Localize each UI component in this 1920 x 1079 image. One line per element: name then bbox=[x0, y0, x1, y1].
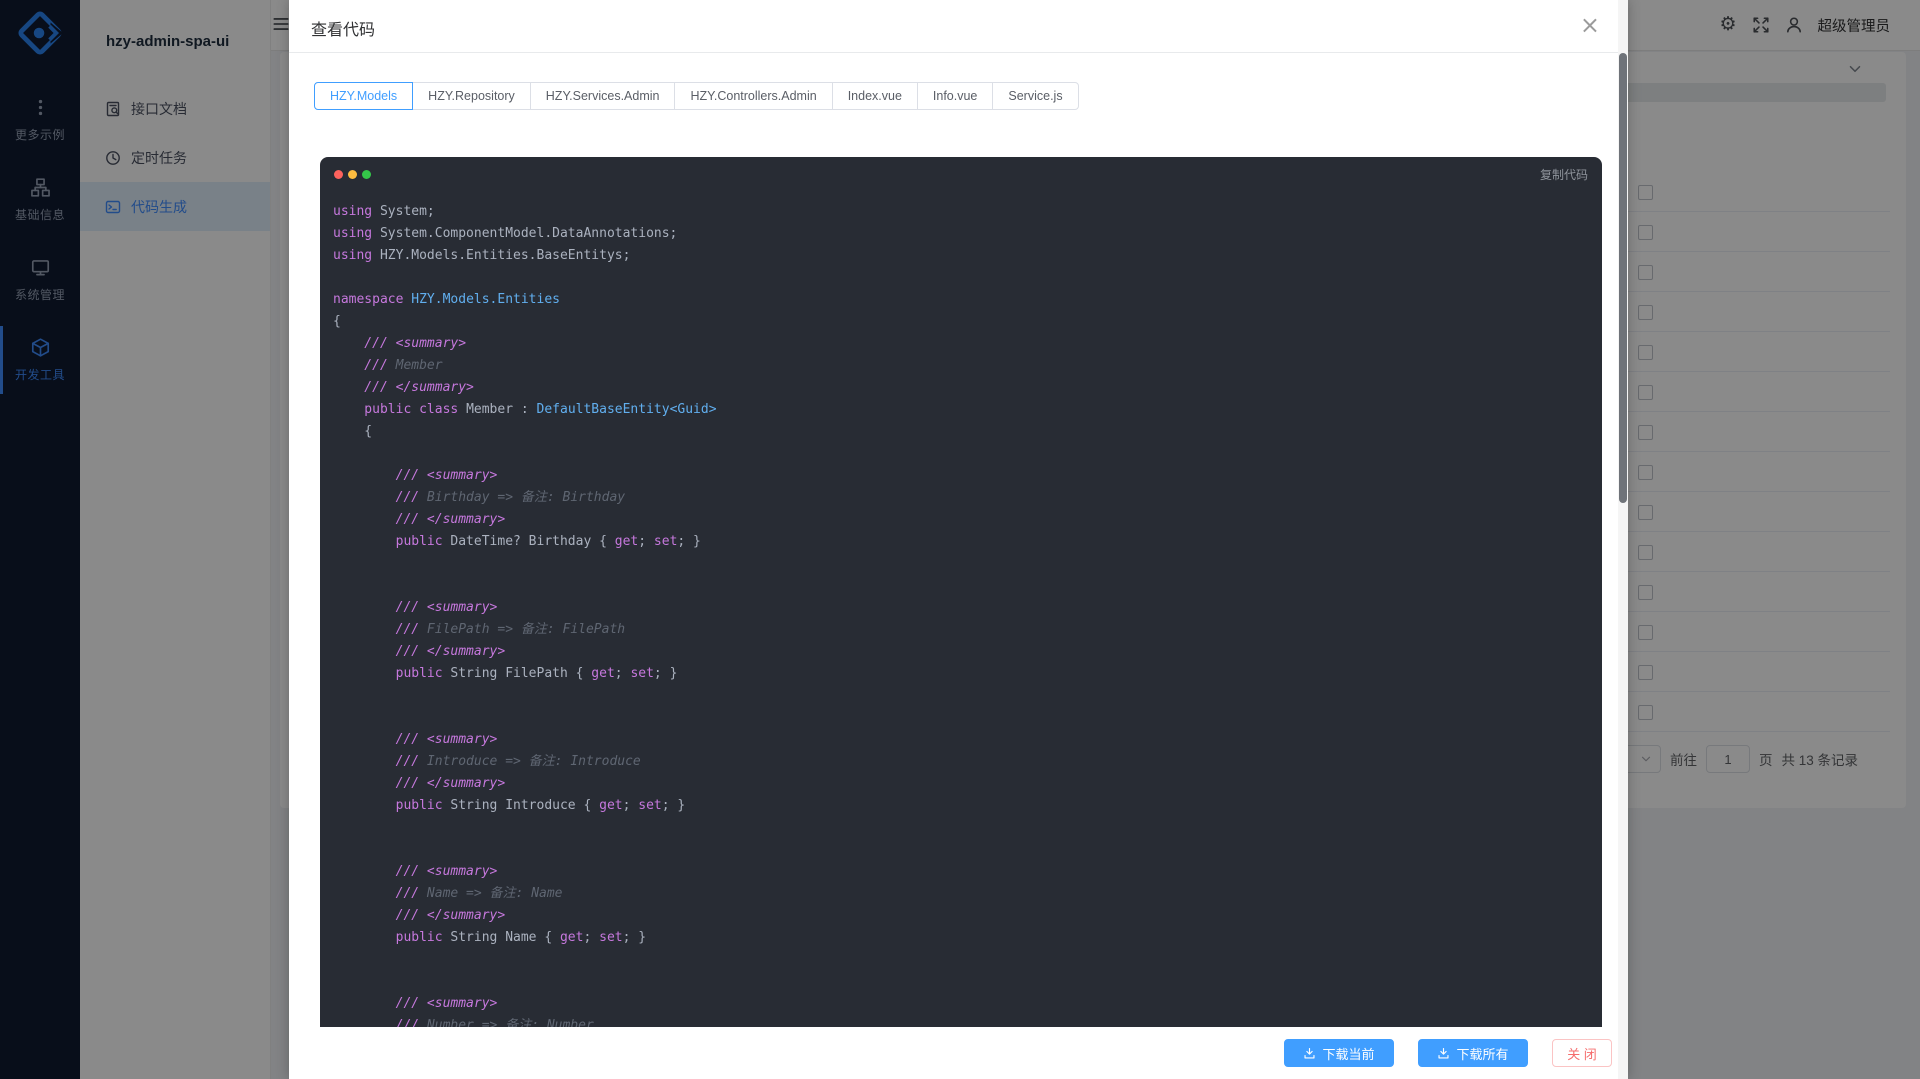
dialog-header: 查看代码 × bbox=[289, 0, 1628, 53]
view-code-dialog: 查看代码 × HZY.ModelsHZY.RepositoryHZY.Servi… bbox=[289, 0, 1628, 1079]
tab-HZY.Controllers.Admin[interactable]: HZY.Controllers.Admin bbox=[674, 82, 832, 110]
copy-code-button[interactable]: 复制代码 bbox=[1540, 166, 1588, 183]
traffic-green-icon bbox=[362, 170, 371, 179]
tab-Service.js[interactable]: Service.js bbox=[992, 82, 1078, 110]
scrollbar-thumb[interactable] bbox=[1619, 53, 1627, 503]
download-all-button[interactable]: 下载所有 bbox=[1418, 1039, 1528, 1067]
dialog-footer: 下载当前 下载所有 关 闭 bbox=[289, 1027, 1628, 1079]
code-panel: 复制代码 using System;using System.Component… bbox=[320, 157, 1602, 1027]
tab-Index.vue[interactable]: Index.vue bbox=[832, 82, 918, 110]
traffic-yellow-icon bbox=[348, 170, 357, 179]
tab-HZY.Repository[interactable]: HZY.Repository bbox=[412, 82, 531, 110]
code-content: using System;using System.ComponentModel… bbox=[320, 191, 1602, 1027]
dialog-scrollbar bbox=[1618, 0, 1628, 1079]
download-icon bbox=[1303, 1047, 1316, 1060]
code-panel-header: 复制代码 bbox=[320, 157, 1602, 191]
tab-HZY.Services.Admin[interactable]: HZY.Services.Admin bbox=[530, 82, 676, 110]
traffic-red-icon bbox=[334, 170, 343, 179]
download-icon bbox=[1437, 1047, 1450, 1060]
download-current-button[interactable]: 下载当前 bbox=[1284, 1039, 1394, 1067]
code-file-tabs: HZY.ModelsHZY.RepositoryHZY.Services.Adm… bbox=[314, 82, 1079, 110]
dialog-title: 查看代码 bbox=[311, 16, 375, 40]
close-button[interactable]: 关 闭 bbox=[1552, 1039, 1612, 1067]
tab-HZY.Models[interactable]: HZY.Models bbox=[314, 82, 413, 110]
traffic-lights bbox=[334, 170, 371, 179]
close-icon[interactable]: × bbox=[1580, 8, 1600, 42]
tab-Info.vue[interactable]: Info.vue bbox=[917, 82, 993, 110]
screen: 更多示例基础信息系统管理开发工具 hzy-admin-spa-ui 接口文档定时… bbox=[0, 0, 1920, 1079]
